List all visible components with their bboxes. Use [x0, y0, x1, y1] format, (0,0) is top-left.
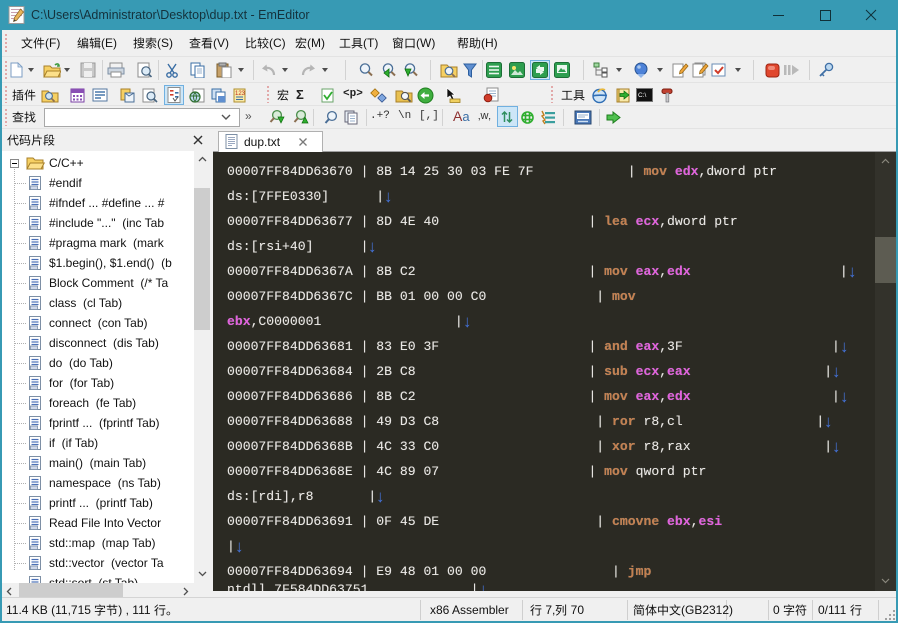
svg-text:123: 123	[235, 91, 246, 97]
svg-text:C:\: C:\	[638, 92, 647, 99]
